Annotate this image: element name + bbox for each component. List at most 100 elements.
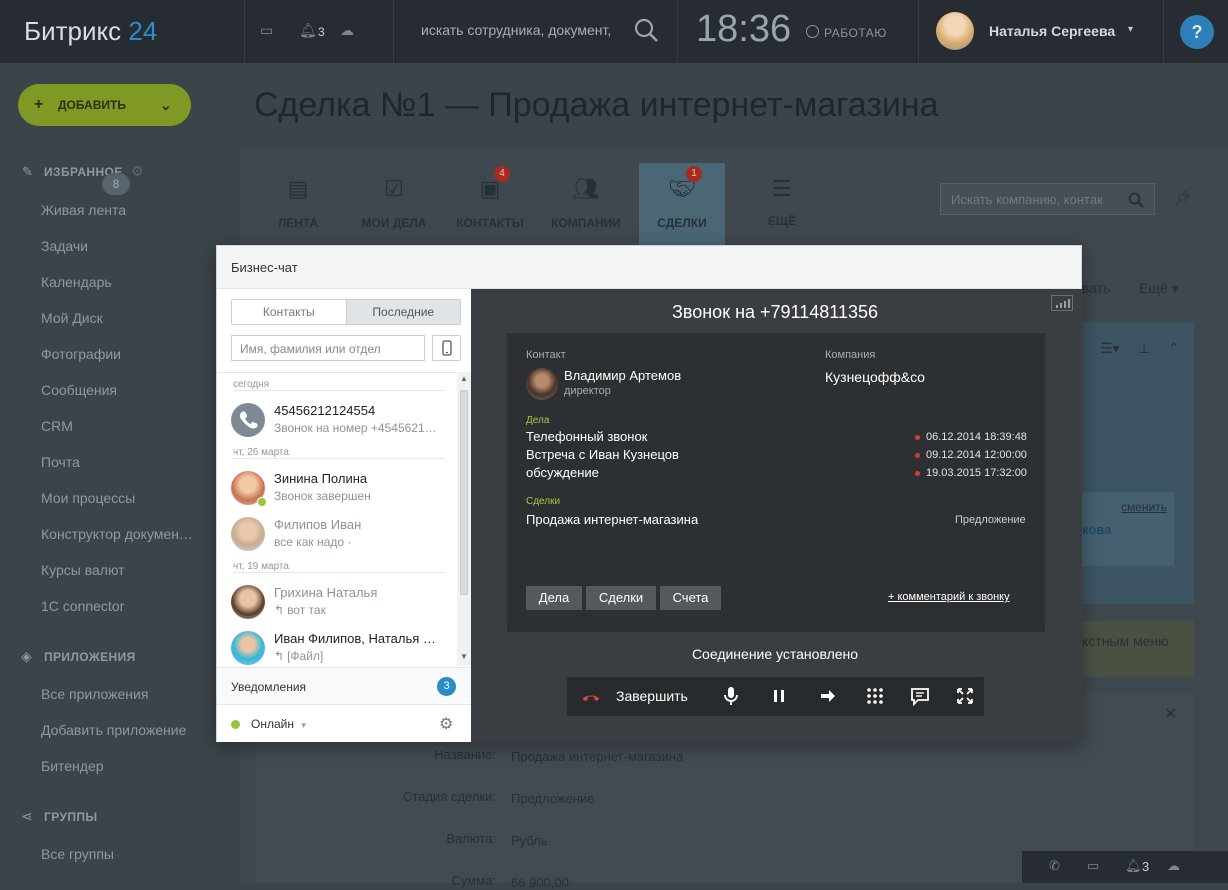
add-button[interactable]: + ДОБАВИТЬ ⌄: [18, 84, 191, 126]
transfer-icon[interactable]: [818, 686, 838, 706]
scroll-down-icon[interactable]: ▼: [460, 652, 468, 661]
tab-1[interactable]: МОИ ДЕЛА: [351, 216, 437, 230]
chat-icon[interactable]: ▭: [260, 22, 273, 39]
gear-icon[interactable]: ⚙: [131, 163, 144, 180]
contact-name[interactable]: Грихина Наталья: [274, 585, 377, 600]
bell-icon[interactable]: 🔔︎: [299, 22, 317, 39]
sidebar-item[interactable]: Все группы: [41, 846, 114, 862]
scrollbar[interactable]: ▲ ▼: [457, 372, 471, 666]
scroll-thumb[interactable]: [460, 390, 468, 595]
contact-name[interactable]: 45456212124554: [274, 403, 375, 418]
field-value[interactable]: Продажа интернет-магазина: [511, 749, 683, 764]
close-icon[interactable]: ✕: [1164, 704, 1177, 724]
contacts-icon[interactable]: ▣: [447, 176, 533, 202]
pin-icon[interactable]: 📌︎: [1174, 190, 1192, 207]
sidebar-item[interactable]: Все приложения: [41, 686, 148, 702]
add-comment-link[interactable]: + комментарий к звонку: [888, 591, 1010, 603]
sidebar-item[interactable]: Курсы валют: [41, 562, 125, 578]
list-icon[interactable]: ☰▾: [1100, 340, 1120, 357]
task-title[interactable]: обсуждение: [526, 465, 599, 480]
tab-4[interactable]: СДЕЛКИ: [639, 216, 725, 230]
contact-search-input[interactable]: Имя, фамилия или отдел: [231, 335, 425, 361]
list-item[interactable]: 45456212124554 Звонок на номер +4545621…: [217, 399, 457, 445]
sidebar-item[interactable]: Почта: [41, 454, 80, 470]
responsible-name[interactable]: кова: [1082, 522, 1111, 537]
task-title[interactable]: Встреча с Иван Кузнецов: [526, 447, 679, 462]
sidebar-item[interactable]: Календарь: [41, 274, 112, 290]
online-status[interactable]: Онлайн: [251, 717, 294, 731]
keypad-icon[interactable]: [865, 686, 885, 706]
deal-title[interactable]: Продажа интернет-магазина: [526, 512, 698, 527]
pause-icon[interactable]: [769, 686, 789, 706]
contact-avatar[interactable]: [526, 368, 558, 400]
list-item[interactable]: Грихина Наталья ↰ вот так: [217, 581, 457, 627]
sidebar-item[interactable]: Битендер: [41, 758, 104, 774]
more-menu[interactable]: Ещё ▾: [1139, 280, 1179, 297]
field-value[interactable]: Предложение: [511, 791, 595, 806]
field-value[interactable]: Рубль: [511, 833, 548, 848]
task-title[interactable]: Телефонный звонок: [526, 429, 647, 444]
global-search-input[interactable]: искать сотрудника, документ,: [421, 22, 611, 38]
tab-5[interactable]: ЕЩЁ: [739, 214, 825, 228]
status-icon[interactable]: [806, 25, 819, 38]
sidebar-item[interactable]: Задачи: [41, 238, 88, 254]
user-name[interactable]: Наталья Сергеева: [989, 23, 1115, 39]
microphone-icon[interactable]: [721, 686, 741, 706]
scroll-up-icon[interactable]: ▲: [460, 374, 468, 383]
change-link[interactable]: сменить: [1121, 500, 1167, 514]
sidebar-item[interactable]: 1C connector: [41, 598, 124, 614]
cloud-icon[interactable]: ☁: [1167, 858, 1180, 874]
chevron-up-icon[interactable]: ⌃: [1168, 340, 1180, 357]
tab-recent[interactable]: Последние: [346, 300, 460, 324]
cloud-icon[interactable]: ☁: [340, 22, 354, 39]
company-name[interactable]: Кузнецофф&co: [825, 369, 925, 385]
phone-keypad-button[interactable]: [432, 335, 461, 361]
sidebar-item[interactable]: Сообщения: [41, 382, 117, 398]
sidebar-item[interactable]: Конструктор докумен…: [41, 526, 193, 542]
sidebar-item[interactable]: Живая лента: [41, 202, 126, 218]
pin-icon[interactable]: ⊥: [1138, 340, 1150, 357]
chat-bubble-icon[interactable]: [910, 686, 930, 706]
tab-2[interactable]: КОНТАКТЫ: [447, 216, 533, 230]
list-item[interactable]: Филипов Иван все как надо ·: [217, 513, 457, 559]
logo[interactable]: Битрикс 24: [24, 16, 157, 47]
search-icon[interactable]: [632, 16, 660, 44]
fullscreen-icon[interactable]: [955, 686, 975, 706]
tab-0[interactable]: ЛЕНТА: [255, 216, 341, 230]
companies-icon[interactable]: 👥︎: [543, 176, 629, 202]
chevron-down-icon[interactable]: ▾: [301, 720, 306, 730]
chevron-down-icon[interactable]: ▾: [1128, 24, 1133, 35]
chat-icon[interactable]: ▭: [1087, 858, 1099, 874]
list-item[interactable]: Зинина Полина Звонок завершен: [217, 467, 457, 513]
gear-icon[interactable]: ⚙: [439, 714, 453, 734]
list-item[interactable]: Иван Филипов, Наталья … ↰ [Файл]: [217, 627, 457, 666]
notifications-row[interactable]: Уведомления 3: [217, 667, 471, 703]
tab-contacts[interactable]: Контакты: [232, 300, 347, 324]
work-status[interactable]: РАБОТАЮ: [824, 26, 887, 40]
sidebar-item[interactable]: CRM: [41, 418, 73, 434]
deals-button[interactable]: Сделки: [586, 586, 656, 610]
search-icon[interactable]: [1128, 192, 1144, 208]
contact-name[interactable]: Зинина Полина: [274, 471, 367, 486]
sidebar-item[interactable]: Мой Диск: [41, 310, 103, 326]
action-fragment[interactable]: вать: [1082, 280, 1110, 296]
contact-name[interactable]: Филипов Иван: [274, 517, 361, 532]
sidebar-item[interactable]: Фотографии: [41, 346, 121, 362]
crm-search-input[interactable]: Искать компанию, контак: [940, 183, 1155, 215]
tasks-icon[interactable]: ☑: [351, 176, 437, 202]
invoices-button[interactable]: Счета: [660, 586, 721, 610]
bell-icon[interactable]: 🔔︎: [1125, 858, 1142, 874]
tasks-button[interactable]: Дела: [526, 586, 582, 610]
deals-icon[interactable]: 🤝︎: [639, 176, 725, 202]
contact-name[interactable]: Иван Филипов, Наталья …: [274, 631, 436, 646]
more-icon[interactable]: ☰: [739, 176, 825, 202]
phone-icon[interactable]: ✆: [1049, 858, 1060, 874]
online-status-row[interactable]: Онлайн ▾ ⚙: [217, 704, 471, 742]
contact-name[interactable]: Владимир Артемов: [564, 368, 681, 383]
feed-icon[interactable]: ▤: [255, 176, 341, 202]
tab-3[interactable]: КОМПАНИИ: [543, 216, 629, 230]
help-button[interactable]: ?: [1180, 15, 1214, 49]
sidebar-item[interactable]: Добавить приложение: [41, 722, 186, 738]
sidebar-item[interactable]: Мои процессы: [41, 490, 135, 506]
user-avatar[interactable]: [936, 12, 974, 50]
